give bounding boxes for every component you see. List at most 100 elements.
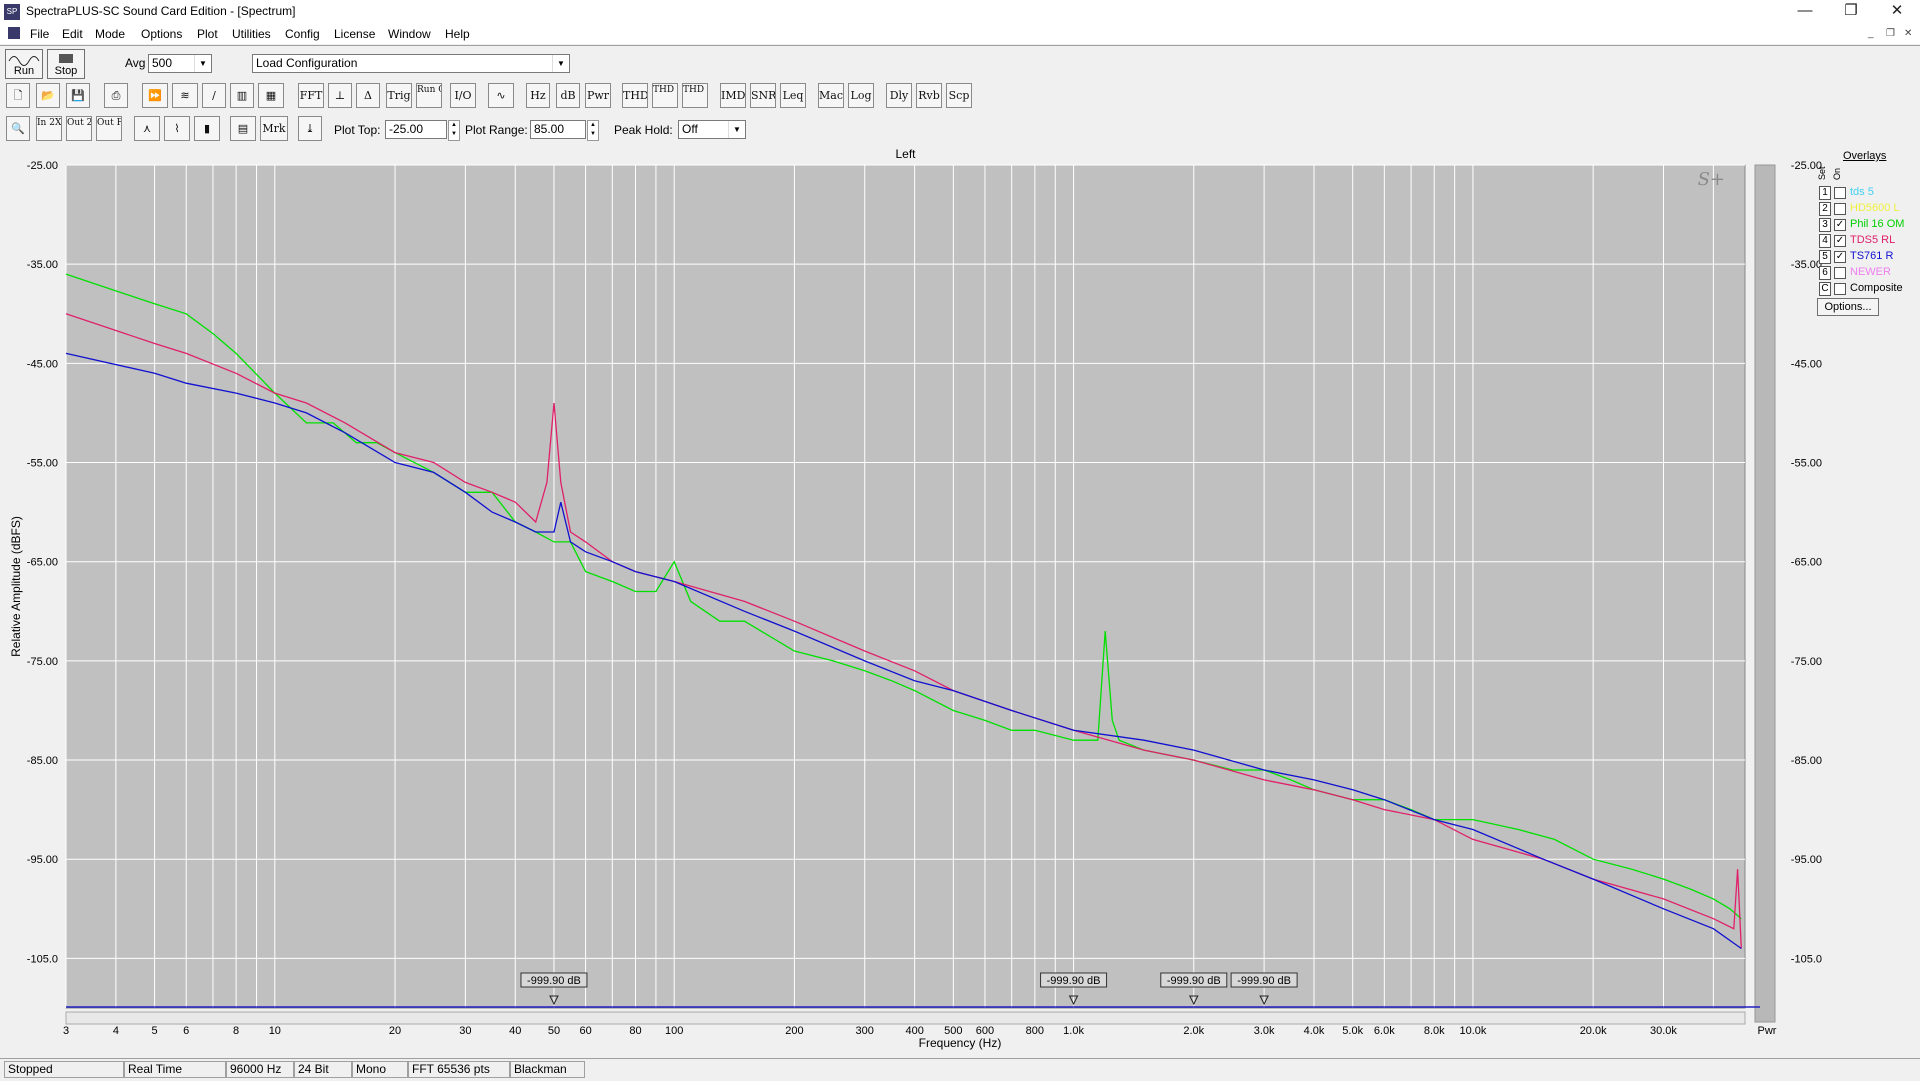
overlay-checkbox[interactable] (1834, 203, 1846, 215)
save-icon[interactable]: 💾 (66, 83, 90, 108)
run-ctrl-button[interactable]: Run Ctrl (416, 83, 442, 108)
y-tick-label: -85.00 (27, 755, 58, 767)
fast-forward-icon[interactable]: ⏩ (142, 83, 168, 108)
menu-config[interactable]: Config (285, 27, 320, 41)
close-button[interactable]: ✕ (1874, 0, 1920, 24)
db-button[interactable]: dB (556, 83, 580, 108)
log-button[interactable]: Log (848, 83, 874, 108)
3d-surface-icon[interactable]: ▦ (258, 83, 284, 108)
watermark-logo: S+ (1698, 169, 1725, 190)
overlay-set-button[interactable]: 2 (1819, 202, 1831, 216)
zoom-out-2x-button[interactable]: Out 2X (66, 116, 92, 141)
peak-icon[interactable]: ⋏ (134, 116, 160, 141)
mac-button[interactable]: Mac (818, 83, 844, 108)
plot-top-input[interactable]: -25.00 (385, 120, 447, 139)
rvb-button[interactable]: Rvb (916, 83, 942, 108)
zoom-in-2x-button[interactable]: In 2X (36, 116, 62, 141)
overlay-checkbox[interactable] (1834, 267, 1846, 279)
overlay-row-4[interactable]: 4 ✓ TDS5 RL (1815, 233, 1920, 248)
configuration-select[interactable]: Load Configuration ▼ (252, 54, 570, 73)
menu-license[interactable]: License (334, 27, 375, 41)
child-window-icon[interactable] (8, 27, 20, 39)
x-tick-label: 40 (509, 1025, 521, 1037)
mrk-button[interactable]: Mrk (260, 116, 288, 141)
snr-button[interactable]: SNR (750, 83, 776, 108)
new-file-icon[interactable]: 🗋 (6, 83, 30, 108)
mdi-restore-button[interactable]: ❐ (1886, 28, 1895, 39)
restore-button[interactable]: ❐ (1828, 0, 1874, 24)
io-button[interactable]: I/O (450, 83, 476, 108)
zoom-out-full-button[interactable]: Out Full (96, 116, 122, 141)
overlay-row-6[interactable]: 6 NEWER (1815, 265, 1920, 280)
mdi-close-button[interactable]: ✕ (1904, 28, 1912, 39)
window-title: SpectraPLUS-SC Sound Card Edition - [Spe… (26, 4, 296, 18)
overlay-set-button[interactable]: 4 (1819, 234, 1831, 248)
open-folder-icon[interactable]: 📂 (36, 83, 60, 108)
menu-utilities[interactable]: Utilities (232, 27, 271, 41)
menu-edit[interactable]: Edit (62, 27, 83, 41)
thd-button[interactable]: THD (622, 83, 648, 108)
mdi-minimize-button[interactable]: _ (1868, 28, 1874, 39)
overlay-checkbox[interactable] (1834, 187, 1846, 199)
ramp-icon[interactable]: ∕ (202, 83, 226, 108)
overlay-checkbox[interactable] (1834, 283, 1846, 295)
overlay-options-button[interactable]: Options... (1817, 298, 1879, 316)
thd-n-button[interactable]: THD +N (652, 83, 678, 108)
menu-help[interactable]: Help (445, 27, 470, 41)
line-plot-icon[interactable]: ⌇ (164, 116, 190, 141)
overlay-set-button[interactable]: 3 (1819, 218, 1831, 232)
overlay-checkbox-checked[interactable]: ✓ (1834, 251, 1846, 263)
x-tick-label: 200 (785, 1025, 803, 1037)
menu-mode[interactable]: Mode (95, 27, 125, 41)
thd-freq-button[interactable]: THD Freq (682, 83, 708, 108)
overlay-checkbox-checked[interactable]: ✓ (1834, 219, 1846, 231)
x-tick-label: 3.0k (1254, 1025, 1275, 1037)
stop-button[interactable]: Stop (47, 49, 85, 79)
dly-button[interactable]: Dly (886, 83, 912, 108)
menu-window[interactable]: Window (388, 27, 431, 41)
overlay-row-2[interactable]: 2 HD5600 L (1815, 201, 1920, 216)
overlay-checkbox-checked[interactable]: ✓ (1834, 235, 1846, 247)
run-button[interactable]: Run (5, 49, 43, 79)
overlay-row-3[interactable]: 3 ✓ Phil 16 OM (1815, 217, 1920, 232)
waveform-icon[interactable]: ≋ (172, 83, 198, 108)
pwr-button[interactable]: Pwr (585, 83, 611, 108)
peak-hold-select[interactable]: Off ▼ (678, 120, 746, 139)
fft-button[interactable]: FFT (298, 83, 324, 108)
avg-select[interactable]: 500 ▼ (148, 54, 212, 73)
menu-plot[interactable]: Plot (197, 27, 218, 41)
overlay-set-button[interactable]: 5 (1819, 250, 1831, 264)
x-tick-label: 6.0k (1374, 1025, 1395, 1037)
scale-icon[interactable]: ⊥ (328, 83, 352, 108)
spectrogram-icon[interactable]: ▥ (230, 83, 254, 108)
bar-plot-icon[interactable]: ▮ (194, 116, 220, 141)
plot-top-spinner[interactable]: ▲ ▼ (448, 120, 460, 141)
x-axis-label: Frequency (Hz) (919, 1036, 1002, 1050)
overlay-row-1[interactable]: 1 tds 5 (1815, 185, 1920, 200)
scp-button[interactable]: Scp (946, 83, 972, 108)
overlay-row-composite[interactable]: C Composite (1815, 281, 1920, 296)
overlay-set-button[interactable]: 6 (1819, 266, 1831, 280)
cursor-icon[interactable]: ⤓ (298, 116, 322, 141)
generator-icon[interactable]: ∿ (488, 83, 514, 108)
table-icon[interactable]: ▤ (230, 116, 256, 141)
leq-button[interactable]: Leq (780, 83, 806, 108)
trig-button[interactable]: Trig (386, 83, 412, 108)
plot-top-value: -25.00 (389, 122, 424, 136)
menu-options[interactable]: Options (141, 27, 182, 41)
hz-button[interactable]: Hz (526, 83, 550, 108)
phase-icon[interactable]: Δ (356, 83, 380, 108)
overlay-set-button[interactable]: C (1819, 282, 1831, 296)
y-tick-label: -35.00 (27, 259, 58, 271)
plot-range-spinner[interactable]: ▲ ▼ (587, 120, 599, 141)
minimize-button[interactable]: — (1782, 0, 1828, 24)
overlay-row-5[interactable]: 5 ✓ TS761 R (1815, 249, 1920, 264)
print-icon[interactable]: ⎙ (104, 83, 128, 108)
plot-top-label: Plot Top: (334, 123, 381, 137)
y-tick-label: -55.00 (27, 458, 58, 470)
zoom-icon[interactable]: 🔍 (6, 116, 30, 141)
overlay-set-button[interactable]: 1 (1819, 186, 1831, 200)
plot-range-input[interactable]: 85.00 (530, 120, 586, 139)
imd-button[interactable]: IMD (720, 83, 746, 108)
menu-file[interactable]: File (30, 27, 49, 41)
